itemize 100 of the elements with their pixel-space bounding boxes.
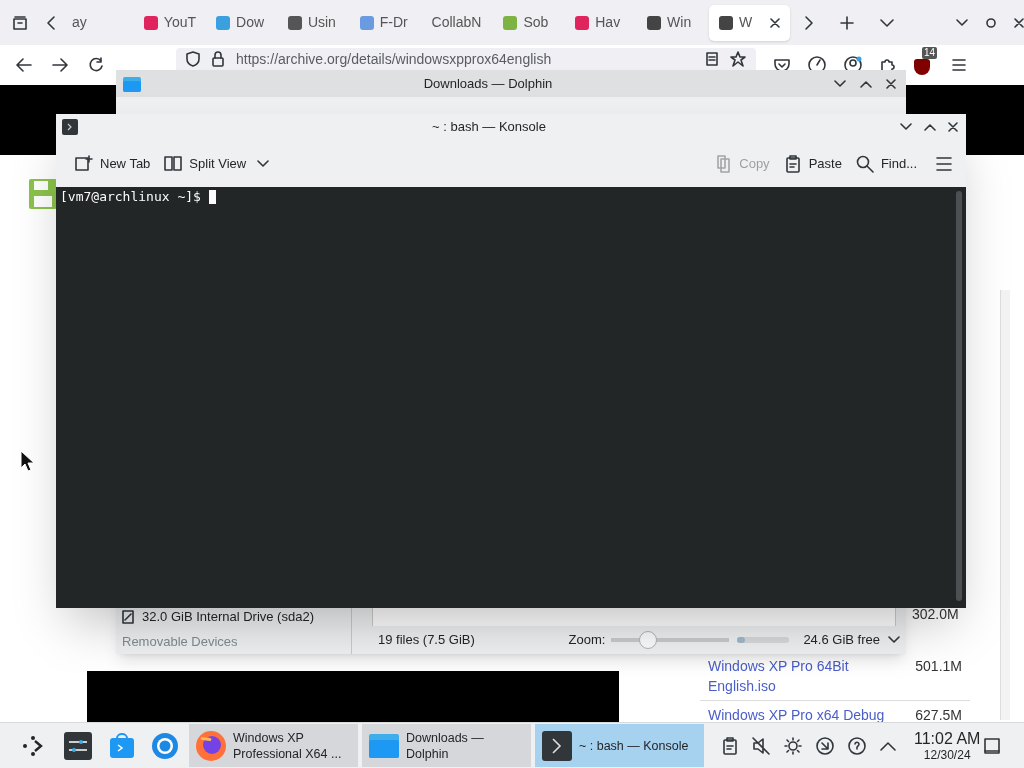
fox-globe-icon — [195, 729, 227, 762]
browser-tab[interactable]: ay — [62, 4, 134, 41]
browser-tab[interactable]: Win — [637, 4, 709, 41]
toolbar-button[interactable]: Paste — [778, 147, 847, 180]
tab-overview-icon[interactable] — [12, 14, 28, 31]
tab-favicon-icon — [647, 15, 662, 30]
file-link[interactable]: Windows XP Pro x64 Debug — [708, 705, 893, 725]
back-arrow-icon[interactable] — [16, 58, 32, 72]
slider-thumb[interactable] — [639, 631, 658, 649]
taskbar-button[interactable]: Windows XP Professional X64 ... — [189, 724, 358, 767]
network-icon[interactable] — [816, 736, 834, 755]
place-item[interactable]: 32.0 GiB Internal Drive (sda2) — [142, 607, 314, 627]
toolbar-button[interactable]: New Tab — [70, 147, 156, 180]
toolbar-button[interactable]: Split View — [159, 147, 275, 180]
clock-time[interactable]: 11:02 AM — [914, 729, 981, 748]
tab-favicon-icon — [216, 15, 231, 30]
browser-tab[interactable]: W — [708, 4, 791, 41]
file-size: 302.0M — [912, 605, 959, 624]
scrollbar-thumb[interactable] — [956, 191, 962, 601]
status-text: 19 files (7.5 GiB) — [378, 631, 475, 650]
tab-title: ay — [72, 13, 87, 32]
menu-icon[interactable] — [936, 156, 952, 171]
prompt-text: [vm7@archlinux ~]$ — [60, 188, 201, 205]
terminal-icon — [62, 119, 78, 135]
mouse-pointer-icon — [20, 450, 34, 472]
chevron-down-icon — [257, 159, 270, 168]
toolbar-button: Copy — [709, 147, 775, 180]
tab-title: YouT — [163, 13, 197, 32]
minimize-icon[interactable] — [834, 79, 846, 88]
chevron-down-icon[interactable] — [880, 17, 895, 28]
lock-icon — [212, 51, 224, 67]
reader-view-icon[interactable] — [706, 52, 718, 66]
show-desktop-icon[interactable] — [984, 737, 1000, 754]
file-link[interactable]: Windows XP Pro 64Bit English.iso — [708, 656, 893, 696]
browser-tab[interactable]: Sob — [493, 4, 566, 41]
tab-favicon-icon — [359, 15, 374, 30]
clock-date[interactable]: 12/30/24 — [923, 747, 971, 762]
maximize-icon[interactable] — [860, 79, 872, 88]
close-icon[interactable] — [1014, 17, 1024, 28]
search-icon — [855, 154, 874, 173]
chevron-up-icon[interactable] — [880, 740, 896, 751]
clipboard-icon[interactable] — [722, 736, 738, 755]
zoom-label: Zoom: — [568, 631, 606, 650]
close-icon[interactable] — [770, 17, 781, 28]
maximize-icon[interactable] — [924, 123, 936, 131]
text-cursor — [208, 190, 216, 204]
split-view-icon — [164, 154, 183, 173]
reload-icon[interactable] — [88, 57, 104, 73]
help-icon[interactable] — [848, 736, 866, 755]
globe-browser-icon[interactable] — [151, 731, 179, 760]
bookmark-star-icon[interactable] — [730, 51, 746, 67]
tab-title: Usin — [307, 13, 336, 32]
drive-icon — [122, 610, 134, 624]
close-icon[interactable] — [948, 122, 958, 132]
window-title: Downloads — Dolphin — [422, 74, 554, 93]
store-bag-icon[interactable] — [109, 732, 135, 759]
extension-badge: 14 — [922, 47, 938, 59]
menu-icon[interactable] — [952, 59, 966, 71]
terminal-area[interactable]: [vm7@archlinux ~]$ — [56, 187, 966, 608]
file-size: 627.5M — [915, 706, 962, 725]
file-size: 501.1M — [915, 657, 962, 676]
toolbar-button[interactable]: Find... — [850, 147, 922, 180]
terminal-icon — [541, 729, 573, 762]
taskbar-button[interactable]: Downloads — Dolphin — [362, 724, 531, 767]
tab-favicon-icon — [503, 15, 518, 30]
chevron-down-icon[interactable] — [888, 636, 900, 644]
section-header: Removable Devices — [122, 633, 239, 651]
browser-tab[interactable]: YouT — [133, 4, 207, 41]
pocket-icon[interactable] — [774, 58, 790, 72]
forward-chevron-icon[interactable] — [804, 14, 815, 31]
speaker-muted-icon[interactable] — [752, 736, 770, 755]
tab-favicon-icon — [575, 15, 590, 30]
tab-favicon-icon — [143, 15, 158, 30]
shield-icon[interactable] — [914, 59, 930, 75]
close-icon[interactable] — [886, 78, 896, 89]
url-text: https://archive.org/details/windowsxpprox64english — [236, 51, 552, 67]
new-tab-icon — [75, 154, 93, 173]
tab-title: Dow — [236, 13, 265, 32]
copy-icon — [714, 154, 733, 173]
shield-icon — [186, 51, 200, 67]
browser-tab[interactable]: Hav — [565, 4, 638, 41]
tab-title: W — [738, 13, 753, 32]
minimize-icon[interactable] — [956, 18, 969, 27]
browser-tab[interactable]: Usin — [277, 4, 350, 41]
new-tab-icon[interactable] — [840, 15, 855, 30]
clipboard-icon — [783, 154, 802, 173]
browser-tab[interactable]: Dow — [206, 4, 278, 41]
folder-icon — [122, 74, 142, 93]
forward-arrow-icon[interactable] — [52, 58, 68, 72]
browser-tab[interactable]: CollabN — [421, 4, 494, 41]
minimize-icon[interactable] — [900, 123, 912, 131]
restore-icon[interactable] — [986, 17, 997, 28]
tab-title: Win — [667, 13, 692, 32]
brightness-icon[interactable] — [784, 736, 802, 755]
browser-tab[interactable]: F-Dr — [349, 4, 422, 41]
address-bar[interactable]: https://archive.org/details/windowsxpprox64english — [176, 48, 756, 70]
launcher-icon[interactable] — [21, 733, 45, 758]
tab-title: CollabN — [431, 13, 482, 32]
sliders-icon[interactable] — [64, 731, 92, 760]
taskbar-button[interactable]: ~ : bash — Konsole — [535, 724, 704, 767]
